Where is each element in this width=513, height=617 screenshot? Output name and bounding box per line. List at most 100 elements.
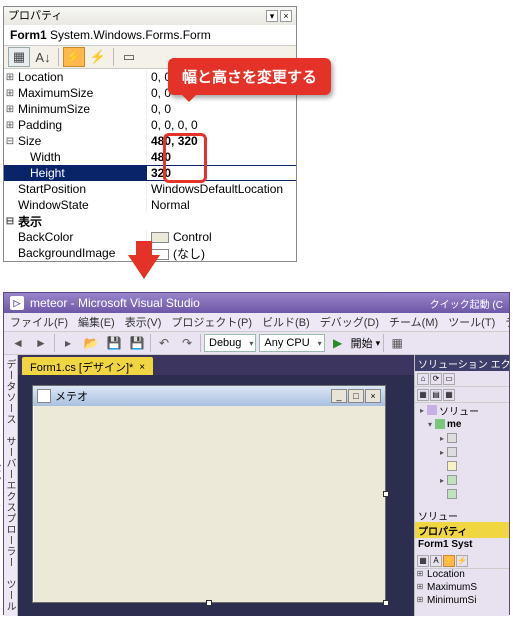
- events-icon[interactable]: ⚡: [456, 555, 468, 567]
- mini-prop-minimumsize[interactable]: ⊞MinimumSi: [415, 595, 509, 608]
- vs-toolbar: ◄ ► ▸ 📂 💾 💾 ↶ ↷ Debug Any CPU ▶ 開始 ▾ ▦: [4, 331, 509, 355]
- visual-studio-window: ▷ meteor - Microsoft Visual Studio クイック起…: [3, 292, 510, 615]
- tab-form-designer[interactable]: Form1.cs [デザイン]* ×: [22, 357, 153, 375]
- undo-button[interactable]: ↶: [154, 333, 174, 353]
- property-name: Location: [16, 70, 146, 84]
- home-icon[interactable]: ⌂: [417, 373, 429, 385]
- preview-icon[interactable]: ▦: [443, 389, 455, 401]
- menu-edit[interactable]: 編集(E): [74, 313, 119, 331]
- property-row-startposition[interactable]: StartPosition WindowsDefaultLocation: [4, 181, 296, 197]
- property-name: WindowState: [16, 198, 146, 212]
- start-debug-dropdown-icon[interactable]: ▾: [376, 338, 381, 349]
- toolbar-separator: [58, 48, 59, 66]
- tree-item[interactable]: ▸: [415, 473, 509, 487]
- config-combo[interactable]: Debug: [204, 334, 256, 352]
- properties-panel-titlebar: プロパティ ▾ ×: [4, 7, 296, 25]
- show-all-icon[interactable]: ▦: [417, 389, 429, 401]
- properties-mini-toolbar: ▦ A ⚡ ⚡: [415, 553, 509, 569]
- design-form-window[interactable]: メテオ _ □ ×: [32, 385, 386, 603]
- menu-tools[interactable]: ツール(T): [444, 313, 499, 331]
- quick-launch-label[interactable]: クイック起動 (C: [430, 296, 503, 311]
- refresh-icon[interactable]: ⟳: [430, 373, 442, 385]
- properties-object-picker[interactable]: Form1 System.Windows.Forms.Form: [4, 25, 296, 45]
- categorized-button[interactable]: ▦: [8, 47, 30, 67]
- property-row-size[interactable]: ⊟ Size 480, 320: [4, 133, 296, 149]
- redo-button[interactable]: ↷: [177, 333, 197, 353]
- toolbar-separator: [150, 334, 151, 352]
- alphabetical-button[interactable]: A↓: [32, 47, 54, 67]
- property-value[interactable]: Normal: [146, 198, 296, 212]
- mini-prop-location[interactable]: ⊞Location: [415, 569, 509, 582]
- category-name: 表示: [16, 213, 296, 230]
- property-value[interactable]: WindowsDefaultLocation: [146, 182, 296, 196]
- property-row-minimumsize[interactable]: ⊞ MinimumSize 0, 0: [4, 101, 296, 117]
- start-debug-button[interactable]: ▶: [328, 333, 348, 353]
- tab-close-icon[interactable]: ×: [139, 362, 145, 373]
- mini-prop-maximumsize[interactable]: ⊞MaximumS: [415, 582, 509, 595]
- vs-titlebar: ▷ meteor - Microsoft Visual Studio クイック起…: [4, 293, 509, 313]
- vs-right-dock: ソリューション エク ⌂ ⟳ ▭ ▦ ▤ ▦ ▸ ソリュー ▾ me ▸ ▸: [414, 355, 509, 616]
- property-row-height[interactable]: Height 320: [4, 165, 296, 181]
- property-value[interactable]: 480: [146, 150, 296, 164]
- csproj-icon: [435, 419, 445, 429]
- menu-team[interactable]: チーム(M): [385, 313, 442, 331]
- flash-icon[interactable]: ⚡: [443, 555, 455, 567]
- minimize-button[interactable]: _: [331, 389, 347, 403]
- team-explorer-label[interactable]: ソリュー: [415, 507, 509, 522]
- property-value[interactable]: 0, 0: [146, 102, 296, 116]
- property-value[interactable]: 320: [146, 166, 296, 180]
- start-debug-label[interactable]: 開始: [351, 335, 373, 351]
- properties-icon[interactable]: ▤: [430, 389, 442, 401]
- property-pages-button[interactable]: ▭: [118, 47, 140, 67]
- properties-panel-title: プロパティ: [8, 7, 62, 25]
- tree-solution-node[interactable]: ▸ ソリュー: [415, 403, 509, 417]
- solution-explorer-toolbar-2: ▦ ▤ ▦: [415, 387, 509, 403]
- property-value[interactable]: (なし): [146, 245, 296, 262]
- property-category-display[interactable]: ⊟ 表示: [4, 213, 296, 229]
- save-button[interactable]: 💾: [104, 333, 124, 353]
- property-row-windowstate[interactable]: WindowState Normal: [4, 197, 296, 213]
- pin-icon[interactable]: ▾: [266, 10, 278, 22]
- property-value[interactable]: Control: [146, 230, 296, 244]
- close-icon[interactable]: ×: [280, 10, 292, 22]
- maximize-button[interactable]: □: [348, 389, 364, 403]
- alphabetical-icon[interactable]: A: [430, 555, 442, 567]
- form-designer-surface[interactable]: メテオ _ □ ×: [18, 375, 414, 616]
- tree-item[interactable]: ▸: [415, 431, 509, 445]
- events-button[interactable]: ⚡: [87, 47, 109, 67]
- collapse-icon[interactable]: ▭: [443, 373, 455, 385]
- tree-project-node[interactable]: ▾ me: [415, 417, 509, 431]
- menu-project[interactable]: プロジェクト(P): [167, 313, 256, 331]
- property-name: Size: [16, 134, 146, 148]
- property-value[interactable]: 0, 0, 0, 0: [146, 118, 296, 132]
- nav-fwd-button[interactable]: ►: [31, 333, 51, 353]
- close-button[interactable]: ×: [365, 389, 381, 403]
- side-dock-tabs[interactable]: データソース サーバーエクスプローラー ツールボックス: [4, 355, 18, 616]
- menu-view[interactable]: 表示(V): [121, 313, 166, 331]
- toolbar-button[interactable]: ▦: [387, 333, 407, 353]
- tree-item[interactable]: [415, 487, 509, 501]
- menu-debug[interactable]: デバッグ(D): [316, 313, 383, 331]
- nav-back-button[interactable]: ◄: [8, 333, 28, 353]
- properties-mini-object[interactable]: Form1 Syst: [415, 538, 509, 553]
- platform-combo[interactable]: Any CPU: [259, 334, 324, 352]
- tree-item[interactable]: ▸: [415, 445, 509, 459]
- categorized-icon[interactable]: ▦: [417, 555, 429, 567]
- property-value[interactable]: 480, 320: [146, 134, 296, 148]
- menu-file[interactable]: ファイル(F): [6, 313, 72, 331]
- resize-handle-corner[interactable]: [383, 600, 389, 606]
- properties-button[interactable]: ⚡: [63, 47, 85, 67]
- property-row-padding[interactable]: ⊞ Padding 0, 0, 0, 0: [4, 117, 296, 133]
- tree-item[interactable]: [415, 459, 509, 473]
- save-all-button[interactable]: 💾: [127, 333, 147, 353]
- references-icon: [447, 447, 457, 457]
- open-button[interactable]: 📂: [81, 333, 101, 353]
- property-row-width[interactable]: Width 480: [4, 149, 296, 165]
- annotation-arrow-icon: [128, 255, 160, 279]
- menu-test[interactable]: テスト(S): [501, 313, 509, 331]
- menu-build[interactable]: ビルド(B): [258, 313, 314, 331]
- resize-handle-bottom[interactable]: [206, 600, 212, 606]
- new-project-button[interactable]: ▸: [58, 333, 78, 353]
- vs-logo-icon: ▷: [10, 296, 24, 310]
- resize-handle-right[interactable]: [383, 491, 389, 497]
